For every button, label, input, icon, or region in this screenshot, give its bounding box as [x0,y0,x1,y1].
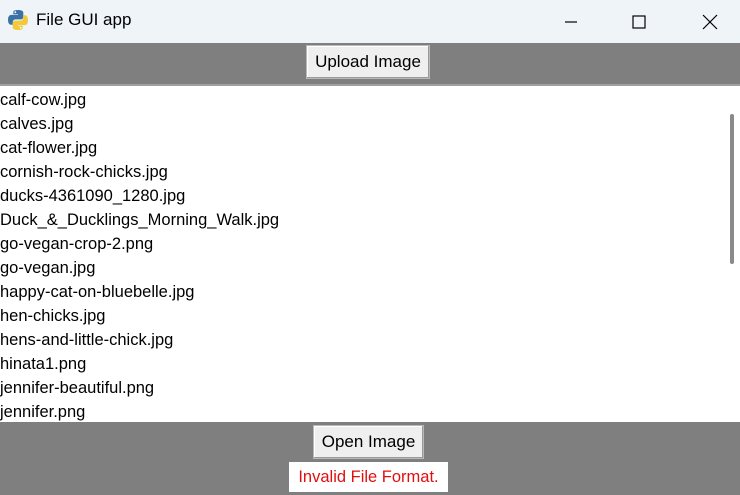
toolbar: Upload Image [0,43,740,83]
title-bar: File GUI app [0,0,740,43]
list-item[interactable]: go-vegan.jpg [0,256,718,280]
file-listbox[interactable]: calf-cow.jpg calves.jpg cat-flower.jpg corn… [0,88,718,422]
open-image-button[interactable]: Open Image [313,425,424,459]
list-item[interactable]: Duck_&_Ducklings_Morning_Walk.jpg [0,208,718,232]
vertical-scrollbar[interactable] [720,86,740,424]
python-icon [8,10,28,30]
close-button[interactable] [687,0,733,43]
scrollbar-thumb[interactable] [730,114,734,264]
list-item[interactable]: cat-flower.jpg [0,136,718,160]
list-item[interactable]: ducks-4361090_1280.jpg [0,184,718,208]
list-item[interactable]: calf-cow.jpg [0,88,718,112]
minimize-button[interactable] [548,0,594,43]
list-item[interactable]: go-vegan-crop-2.png [0,232,718,256]
status-message: Invalid File Format. [289,462,448,492]
window-title: File GUI app [36,10,132,29]
list-item[interactable]: jennifer-beautiful.png [0,376,718,400]
file-list-panel: calf-cow.jpg calves.jpg cat-flower.jpg corn… [0,84,740,424]
list-item[interactable]: cornish-rock-chicks.jpg [0,160,718,184]
list-item[interactable]: hinata1.png [0,352,718,376]
maximize-icon [632,14,646,29]
maximize-button[interactable] [616,0,662,43]
close-icon [702,14,718,29]
list-item[interactable]: happy-cat-on-bluebelle.jpg [0,280,718,304]
upload-image-button[interactable]: Upload Image [306,45,430,79]
bottom-panel: Open Image Invalid File Format. [0,422,740,495]
list-item[interactable]: calves.jpg [0,112,718,136]
list-item[interactable]: jennifer.png [0,400,718,424]
list-item[interactable]: hens-and-little-chick.jpg [0,328,718,352]
minimize-icon [565,20,577,23]
list-item[interactable]: hen-chicks.jpg [0,304,718,328]
